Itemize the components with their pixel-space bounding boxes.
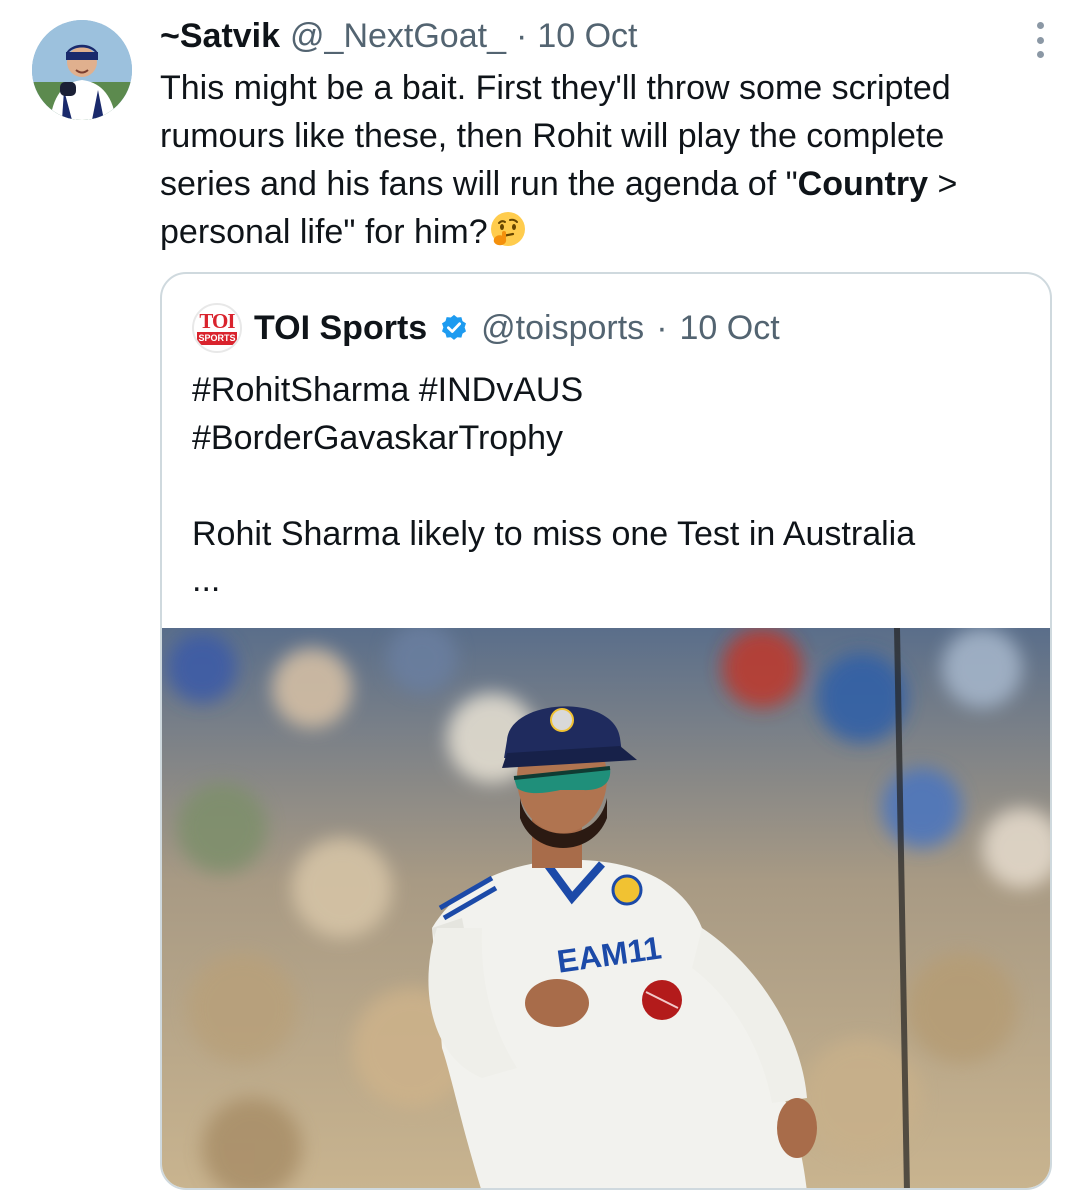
quoted-separator-dot: · xyxy=(656,308,668,347)
more-dot xyxy=(1036,36,1044,44)
tweet-header: ~Satvik @_NextGoat_ · 10 Oct xyxy=(160,14,1005,58)
quoted-display-name[interactable]: TOI Sports xyxy=(254,309,427,348)
tweet-text: This might be a bait. First they'll thro… xyxy=(160,64,1040,256)
verified-badge-icon xyxy=(442,314,467,340)
quoted-ellipsis: ... xyxy=(192,561,221,599)
quoted-timestamp[interactable]: 10 Oct xyxy=(680,309,780,348)
quoted-handle[interactable]: @toisports xyxy=(481,309,644,348)
quoted-tweet-header: TOI SPORTS TOI Sports @toisports · 10 Oc… xyxy=(192,302,780,354)
quoted-tweet-text: #RohitSharma #INDvAUS #BorderGavaskarTro… xyxy=(192,366,1022,600)
toi-logo-subtext: SPORTS xyxy=(197,332,237,345)
more-vertical-icon[interactable] xyxy=(1031,22,1049,58)
tweet-timestamp[interactable]: 10 Oct xyxy=(537,17,637,56)
quoted-hashtags-line2: #BorderGavaskarTrophy xyxy=(192,419,564,457)
quoted-hashtags-line1: #RohitSharma #INDvAUS xyxy=(192,371,584,409)
cricketer-photo: EAM11 xyxy=(162,628,1050,1188)
author-avatar[interactable] xyxy=(32,20,132,120)
toi-sports-avatar[interactable]: TOI SPORTS xyxy=(192,303,242,353)
thinking-face-icon xyxy=(490,212,525,246)
separator-dot: · xyxy=(515,16,528,55)
more-dot xyxy=(1036,51,1044,58)
quoted-media-image[interactable]: EAM11 xyxy=(162,628,1050,1188)
author-handle[interactable]: @_NextGoat_ xyxy=(290,17,506,56)
author-display-name[interactable]: ~Satvik xyxy=(160,17,280,56)
avatar-photo xyxy=(32,20,132,120)
more-dot xyxy=(1036,22,1044,29)
quoted-headline: Rohit Sharma likely to miss one Test in … xyxy=(192,515,916,553)
quoted-tweet-card[interactable]: TOI SPORTS TOI Sports @toisports · 10 Oc… xyxy=(160,272,1052,1190)
toi-logo-text: TOI xyxy=(199,309,235,333)
tweet-text-bold: Country xyxy=(797,165,928,203)
